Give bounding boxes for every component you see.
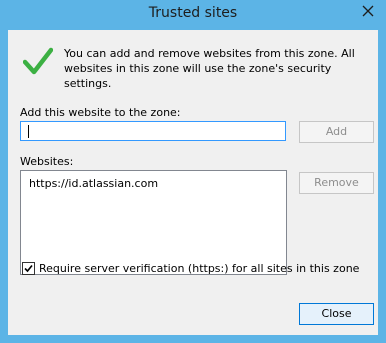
require-verification-checkbox[interactable] [22, 262, 35, 275]
close-icon [362, 5, 374, 17]
add-website-label: Add this website to the zone: [20, 106, 181, 119]
websites-label: Websites: [20, 155, 74, 168]
trusted-sites-dialog: Trusted sites You can add and remove web… [0, 0, 386, 343]
checkmark-icon [24, 264, 33, 273]
dialog-body: You can add and remove websites from thi… [8, 30, 378, 335]
website-url-input[interactable] [20, 121, 286, 141]
list-item[interactable]: https://id.atlassian.com [29, 177, 158, 190]
window-title: Trusted sites [148, 5, 238, 21]
info-message: You can add and remove websites from thi… [64, 47, 355, 90]
close-button[interactable]: Close [299, 303, 374, 325]
text-caret [28, 125, 29, 138]
remove-button[interactable]: Remove [299, 172, 374, 194]
websites-list[interactable]: https://id.atlassian.com [20, 170, 287, 275]
green-checkmark-icon [23, 47, 53, 75]
title-close-button[interactable] [350, 0, 386, 22]
title-bar[interactable]: Trusted sites [0, 0, 386, 30]
add-button[interactable]: Add [299, 121, 374, 143]
require-verification-label[interactable]: Require server verification (https:) for… [39, 262, 359, 275]
